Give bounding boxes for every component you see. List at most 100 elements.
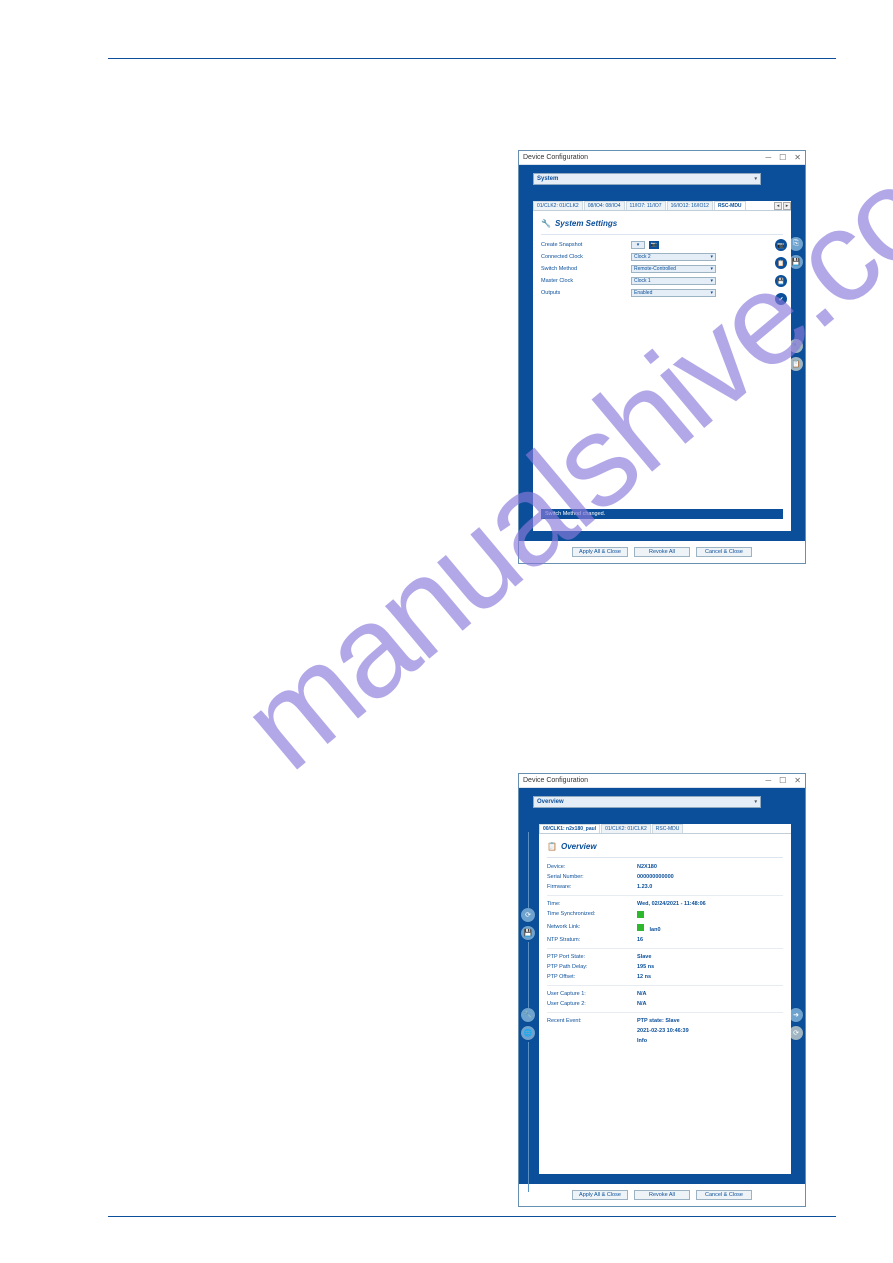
- ctrl-switch-method: Remote-Controlled ▾: [631, 265, 783, 273]
- left-globe-icon[interactable]: 🌐: [521, 1026, 535, 1040]
- value-nlink: lan0: [637, 924, 661, 933]
- label-blank: [547, 1038, 637, 1044]
- camera-button[interactable]: 📷: [649, 241, 659, 249]
- tab-container: 01/CLK2: 01/CLK2 08/IO4: 08/IO4 11/IO7: …: [533, 201, 791, 531]
- label-uc1: User Capture 1:: [547, 991, 637, 997]
- close-icon[interactable]: ✕: [794, 777, 801, 785]
- save-action-icon[interactable]: 💾: [775, 275, 787, 287]
- minimize-icon[interactable]: ─: [765, 154, 771, 162]
- panel-heading: 📋 Overview: [547, 840, 783, 858]
- tab-11io7[interactable]: 11/IO7: 11/IO7: [626, 201, 666, 211]
- ctrl-connected-clock: Clock 2 ▾: [631, 253, 783, 261]
- value-firmware: 1.23.0: [637, 884, 652, 890]
- maximize-icon[interactable]: ☐: [779, 154, 786, 162]
- panel-right-icons: 📷 📋 💾 ✔: [775, 239, 787, 305]
- cancel-close-button[interactable]: Cancel & Close: [696, 547, 752, 557]
- system-settings-panel: 🔧 System Settings 📷 📋 💾 ✔ Create Snapsho…: [533, 211, 791, 531]
- tab-16io12[interactable]: 16/IO12: 16/IO12: [667, 201, 713, 211]
- row-nlink: Network Link: lan0: [547, 922, 783, 935]
- select-master-clock[interactable]: Clock 1 ▾: [631, 277, 716, 285]
- row-connected-clock: Connected Clock Clock 2 ▾: [541, 251, 783, 263]
- label-nlink: Network Link:: [547, 924, 637, 933]
- close-icon[interactable]: ✕: [794, 154, 801, 162]
- page-rule-top: [108, 58, 836, 59]
- tab-container: 00/CLK1: n2x180_paul 01/CLK2: 01/CLK2 RS…: [539, 824, 791, 1174]
- footer: Apply All & Close Revoke All Cancel & Cl…: [519, 541, 805, 563]
- chevron-down-icon: ▾: [710, 254, 713, 260]
- left-settings-icon[interactable]: 🔧: [521, 1008, 535, 1022]
- panel-heading: 🔧 System Settings: [541, 217, 783, 235]
- copy-action-icon[interactable]: 📋: [775, 257, 787, 269]
- row-tsync: Time Synchronized:: [547, 909, 783, 922]
- right-expand-icon[interactable]: ➜: [789, 1008, 803, 1022]
- panel-heading-text: System Settings: [555, 219, 617, 228]
- value-ptpdelay: 195 ns: [637, 964, 654, 970]
- value-ptpstate: Slave: [637, 954, 651, 960]
- snapshot-select[interactable]: ▾: [631, 241, 645, 249]
- label-ntp: NTP Stratum:: [547, 937, 637, 943]
- value-ptpoff: 12 ns: [637, 974, 651, 980]
- select-connected-clock-value: Clock 2: [634, 254, 651, 260]
- left-rail-line-mid: [528, 942, 529, 1008]
- view-select[interactable]: Overview ▾: [533, 796, 761, 808]
- apply-action-icon[interactable]: ✔: [775, 293, 787, 305]
- value-revent-1: PTP state: Slave: [637, 1018, 680, 1024]
- side-settings-icon[interactable]: 🔧: [789, 339, 803, 353]
- tabs-row: 01/CLK2: 01/CLK2 08/IO4: 08/IO4 11/IO7: …: [533, 201, 791, 211]
- tab-scroll-right-icon[interactable]: ▸: [783, 202, 791, 210]
- select-outputs[interactable]: Enabled ▾: [631, 289, 716, 297]
- window-controls: ─ ☐ ✕: [765, 777, 801, 785]
- status-bar: Switch Method changed.: [541, 509, 783, 519]
- value-uc1: N/A: [637, 991, 646, 997]
- row-firmware: Firmware: 1.23.0: [547, 882, 783, 892]
- cancel-close-button[interactable]: Cancel & Close: [696, 1190, 752, 1200]
- view-select-value: Overview: [537, 799, 564, 805]
- apply-all-close-button[interactable]: Apply All & Close: [572, 547, 628, 557]
- window-title: Device Configuration: [523, 154, 588, 161]
- side-save-icon[interactable]: 💾: [789, 255, 803, 269]
- snapshot-action-icon[interactable]: 📷: [775, 239, 787, 251]
- separator: [547, 895, 783, 896]
- select-connected-clock[interactable]: Clock 2 ▾: [631, 253, 716, 261]
- tab-01clk2[interactable]: 01/CLK2: 01/CLK2: [533, 201, 583, 211]
- toolbar-band: System ▾: [519, 165, 805, 191]
- select-switch-method[interactable]: Remote-Controlled ▾: [631, 265, 716, 273]
- apply-all-close-button[interactable]: Apply All & Close: [572, 1190, 628, 1200]
- right-refresh-icon[interactable]: ⟳: [789, 1026, 803, 1040]
- snapshot-controls: ▾ 📷: [631, 241, 783, 249]
- titlebar[interactable]: Device Configuration ─ ☐ ✕: [519, 774, 805, 788]
- value-serial: 000000000000: [637, 874, 674, 880]
- status-green-icon: [637, 911, 644, 918]
- chevron-down-icon: ▾: [710, 290, 713, 296]
- tab-01clk2[interactable]: 01/CLK2: 01/CLK2: [601, 824, 651, 834]
- side-list-icon[interactable]: 📋: [789, 357, 803, 371]
- tab-scroll-left-icon[interactable]: ◂: [774, 202, 782, 210]
- separator: [547, 985, 783, 986]
- left-rail-mid: 🔧 🌐: [521, 1008, 535, 1040]
- label-create-snapshot: Create Snapshot: [541, 242, 631, 248]
- window-device-config-system: Device Configuration ─ ☐ ✕ System ▾ ⎘ 💾 …: [518, 150, 806, 564]
- row-master-clock: Master Clock Clock 1 ▾: [541, 275, 783, 287]
- minimize-icon[interactable]: ─: [765, 777, 771, 785]
- titlebar[interactable]: Device Configuration ─ ☐ ✕: [519, 151, 805, 165]
- tab-scroll: ◂ ▸: [774, 202, 791, 210]
- label-firmware: Firmware:: [547, 884, 637, 890]
- select-master-clock-value: Clock 1: [634, 278, 651, 284]
- separator: [547, 1012, 783, 1013]
- tab-08io4[interactable]: 08/IO4: 08/IO4: [584, 201, 625, 211]
- row-revent-3: Info: [547, 1036, 783, 1046]
- tab-00clk1[interactable]: 00/CLK1: n2x180_paul: [539, 824, 600, 834]
- label-ptpdelay: PTP Path Delay:: [547, 964, 637, 970]
- revoke-all-button[interactable]: Revoke All: [634, 547, 690, 557]
- revoke-all-button[interactable]: Revoke All: [634, 1190, 690, 1200]
- maximize-icon[interactable]: ☐: [779, 777, 786, 785]
- row-serial: Serial Number: 000000000000: [547, 872, 783, 882]
- view-select[interactable]: System ▾: [533, 173, 761, 185]
- side-import-icon[interactable]: ⎘: [789, 237, 803, 251]
- tab-rsc-mdu[interactable]: RSC-MDU: [714, 201, 746, 211]
- label-tsync: Time Synchronized:: [547, 911, 637, 920]
- left-save-icon[interactable]: 💾: [521, 926, 535, 940]
- value-time: Wed, 02/24/2021 - 11:48:06: [637, 901, 706, 907]
- tab-rsc-mdu[interactable]: RSC-MDU: [652, 824, 684, 834]
- left-refresh-icon[interactable]: ⟳: [521, 908, 535, 922]
